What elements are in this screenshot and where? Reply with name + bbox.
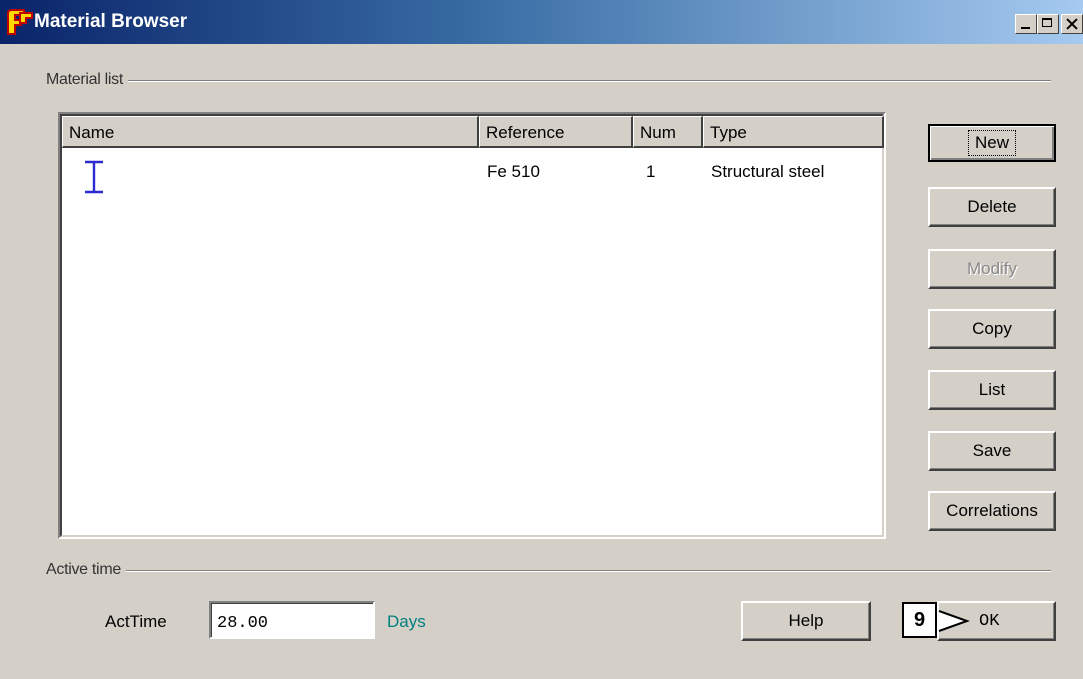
help-button[interactable]: Help [741,601,871,641]
material-list-group-label: Material list [44,71,129,89]
modify-button[interactable]: Modify [928,249,1056,289]
save-button[interactable]: Save [928,431,1056,471]
close-icon[interactable] [1061,14,1083,34]
acttime-unit: Days [387,612,426,631]
acttime-input[interactable] [209,601,375,639]
list-header: Name Reference Num Type [62,116,884,148]
list-button[interactable]: List [928,370,1056,410]
correlations-button[interactable]: Correlations [928,491,1056,531]
title-bar: Material Browser [0,0,1083,44]
cell-num: 1 [646,162,656,181]
window-title: Material Browser [34,11,188,32]
pointer-arrow-icon [938,610,970,632]
ok-button[interactable]: OK [937,601,1056,641]
active-time-group-line [44,570,1051,572]
column-header-name[interactable]: Name [62,116,479,148]
column-header-num[interactable]: Num [633,116,703,148]
i-beam-section-icon [85,160,103,194]
ok-button-label: OK [979,611,1000,631]
column-header-type[interactable]: Type [703,116,884,148]
maximize-icon[interactable] [1037,14,1059,34]
column-header-reference[interactable]: Reference [479,116,633,148]
new-button[interactable]: New [928,124,1056,162]
active-time-group-label: Active time [44,561,126,579]
app-logo-icon [7,9,33,35]
copy-button[interactable]: Copy [928,309,1056,349]
delete-button[interactable]: Delete [928,187,1056,227]
material-list-view[interactable]: Name Reference Num Type Fe 510 1 Structu… [58,112,886,539]
new-button-label: New [967,130,1016,156]
table-row[interactable]: Fe 510 1 Structural steel [62,152,882,194]
cell-reference: Fe 510 [487,162,540,181]
acttime-label: ActTime [105,612,167,631]
step-badge: 9 [902,602,937,638]
minimize-icon[interactable] [1015,14,1037,34]
material-list-group-line [44,80,1051,82]
cell-type: Structural steel [711,162,825,181]
